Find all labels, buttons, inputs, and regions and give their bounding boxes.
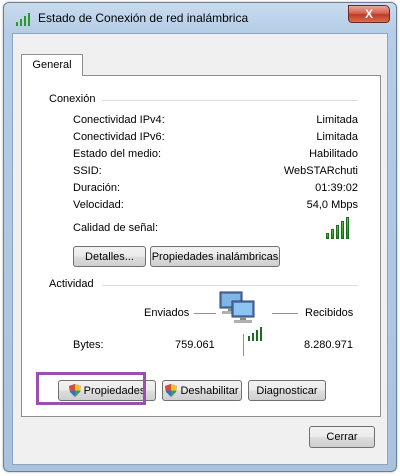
- ssid-label: SSID:: [73, 165, 102, 177]
- activity-signal-icon: [248, 325, 268, 341]
- section-divider: [102, 285, 358, 286]
- received-line: [272, 313, 298, 314]
- tab-general[interactable]: General: [21, 54, 83, 76]
- signal-strength-icon: [326, 217, 352, 239]
- window-close-button[interactable]: X: [348, 5, 390, 23]
- bytes-received-value: 8.280.971: [304, 339, 353, 351]
- bytes-sent-value: 759.061: [175, 339, 215, 351]
- details-button[interactable]: Detalles...: [73, 246, 146, 267]
- diagnose-button[interactable]: Diagnosticar: [248, 380, 326, 401]
- title-bar[interactable]: Estado de Conexión de red inalámbrica X: [4, 3, 396, 33]
- duration-label: Duración:: [73, 182, 121, 194]
- speed-value: 54,0 Mbps: [306, 199, 358, 211]
- sent-label: Enviados: [144, 307, 190, 319]
- activity-divider: [243, 334, 244, 356]
- wireless-properties-button[interactable]: Propiedades inalámbricas: [150, 246, 280, 267]
- disable-button-label: Deshabilitar: [180, 384, 239, 397]
- window-title: Estado de Conexión de red inalámbrica: [38, 11, 249, 25]
- section-divider: [102, 100, 358, 101]
- ssid-value: WebSTARchuti: [283, 165, 358, 177]
- received-label: Recibidos: [305, 307, 354, 319]
- uac-shield-icon: [165, 384, 178, 397]
- media-state-value: Habilitado: [309, 148, 358, 160]
- media-state-label: Estado del medio:: [73, 148, 162, 160]
- section-actividad-label: Actividad: [49, 278, 94, 290]
- sent-line: [194, 313, 216, 314]
- signal-quality-label: Calidad de señal:: [73, 222, 159, 234]
- close-button[interactable]: Cerrar: [309, 426, 375, 448]
- ipv4-value: Limitada: [316, 114, 358, 126]
- ipv4-label: Conectividad IPv4:: [73, 114, 165, 126]
- disable-button[interactable]: Deshabilitar: [162, 380, 242, 401]
- ipv6-value: Limitada: [316, 131, 358, 143]
- ipv6-label: Conectividad IPv6:: [73, 131, 165, 143]
- general-panel: Conexión Conectividad IPv4: Limitada Con…: [21, 75, 381, 417]
- speed-label: Velocidad:: [73, 199, 124, 211]
- bytes-label: Bytes:: [73, 339, 104, 351]
- network-signal-icon: [16, 12, 32, 26]
- section-conexion-label: Conexión: [49, 93, 96, 105]
- duration-value: 01:39:02: [315, 182, 358, 194]
- properties-highlight-box: [36, 372, 146, 405]
